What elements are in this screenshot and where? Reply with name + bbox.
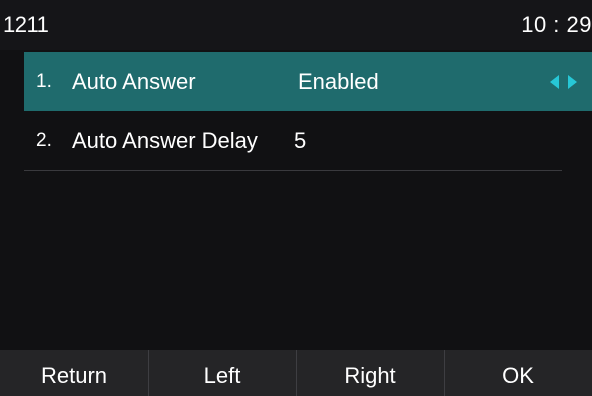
right-softkey[interactable]: Right bbox=[296, 350, 444, 396]
account-label: 1211 bbox=[3, 12, 49, 37]
ok-softkey[interactable]: OK bbox=[444, 350, 592, 396]
return-softkey[interactable]: Return bbox=[0, 350, 148, 396]
chevron-left-icon[interactable] bbox=[550, 75, 559, 89]
status-bar: 1211 10 : 29 bbox=[0, 0, 592, 50]
item-label: Auto Answer bbox=[72, 69, 196, 94]
chevron-right-icon[interactable] bbox=[568, 75, 577, 89]
setting-auto-answer[interactable]: 1. Auto Answer Enabled bbox=[24, 52, 592, 111]
item-value: Enabled bbox=[298, 69, 379, 94]
list-divider bbox=[24, 170, 562, 171]
clock: 10 : 29 bbox=[521, 12, 592, 37]
item-index: 1. bbox=[36, 71, 52, 92]
item-value: 5 bbox=[294, 128, 307, 153]
softkey-bar: Return Left Right OK bbox=[0, 350, 592, 396]
phone-screen: 1211 10 : 29 1. Auto Answer Enabled 2. A… bbox=[0, 0, 592, 396]
left-softkey[interactable]: Left bbox=[148, 350, 296, 396]
item-index: 2. bbox=[36, 130, 52, 151]
setting-auto-answer-delay[interactable]: 2. Auto Answer Delay 5 bbox=[24, 111, 592, 170]
item-label: Auto Answer Delay bbox=[72, 128, 258, 153]
value-switch-arrows[interactable] bbox=[548, 73, 582, 91]
